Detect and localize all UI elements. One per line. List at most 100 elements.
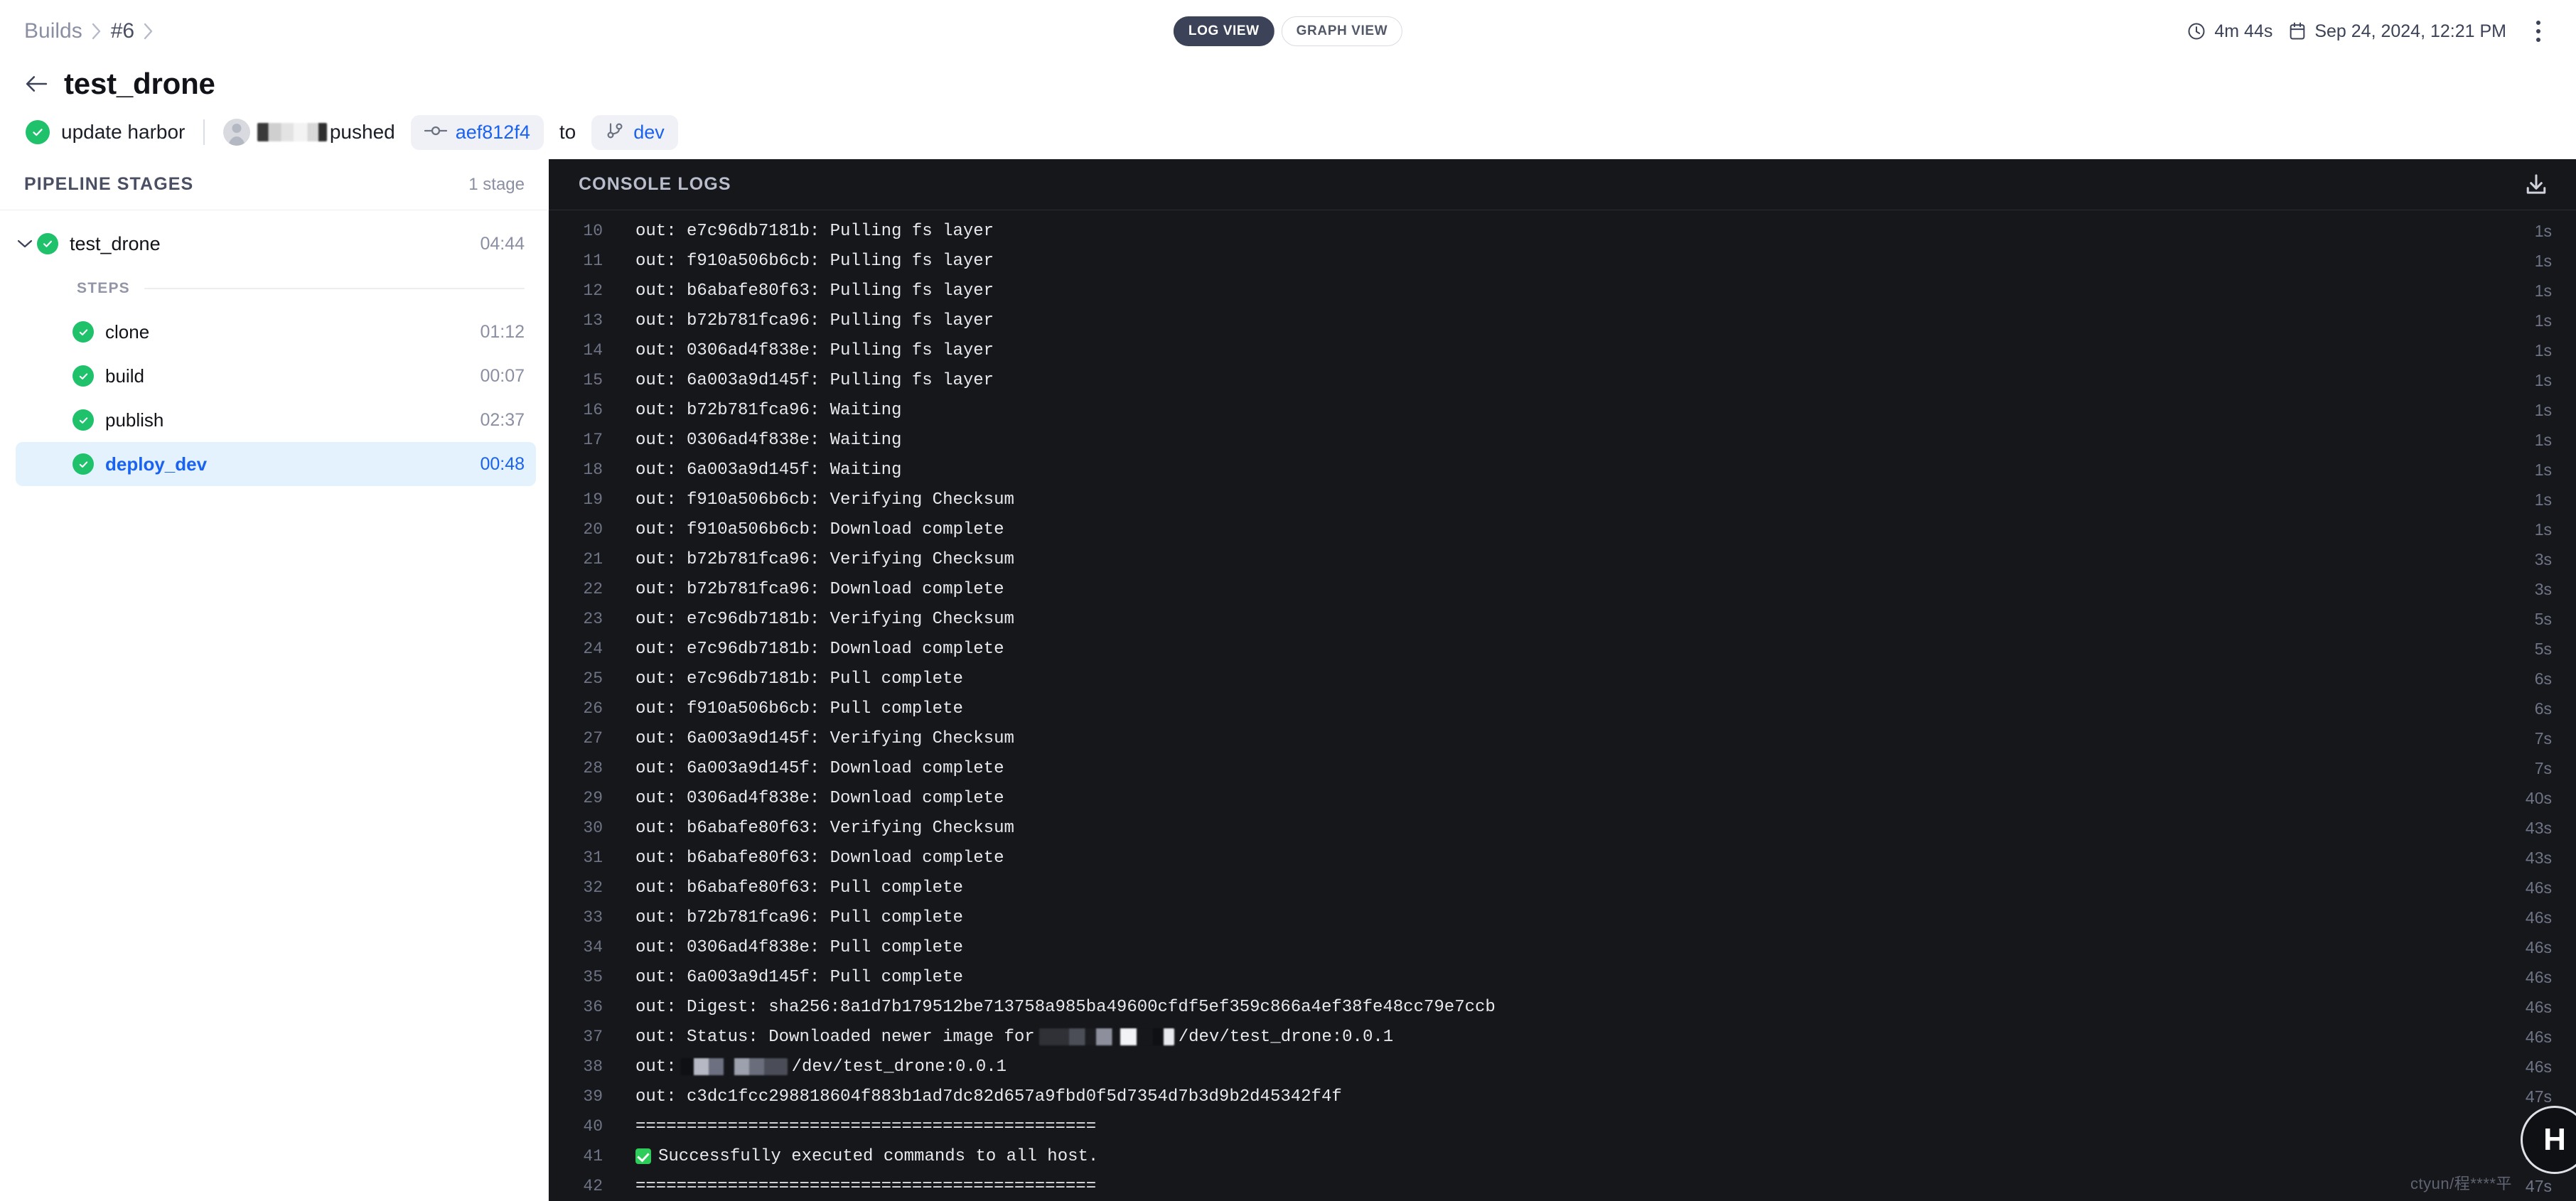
log-line: 38 out: /dev/test_drone:0.0.1 46s [549, 1052, 2576, 1082]
tab-graph-view[interactable]: GRAPH VIEW [1281, 16, 1403, 46]
more-options-icon[interactable] [2526, 16, 2550, 47]
log-line: 27 out: 6a003a9d145f: Verifying Checksum 7… [549, 723, 2576, 753]
log-line-number: 30 [583, 819, 603, 837]
log-timestamp: 46s [2525, 1027, 2552, 1046]
download-icon[interactable] [2521, 169, 2552, 200]
tab-log-view[interactable]: LOG VIEW [1173, 16, 1274, 46]
build-duration-text: 4m 44s [2214, 21, 2273, 41]
log-timestamp: 46s [2525, 997, 2552, 1016]
log-text: out: b72b781fca96: Pull complete [635, 908, 963, 927]
log-line-number: 42 [583, 1177, 603, 1195]
log-line-number: 24 [583, 640, 603, 658]
registry-host-redacted [1039, 1028, 1174, 1045]
log-line: 32 out: b6abafe80f63: Pull complete 46s [549, 873, 2576, 903]
log-line: 16 out: b72b781fca96: Waiting 1s [549, 395, 2576, 425]
log-timestamp: 1s [2534, 460, 2552, 479]
stage-duration: 04:44 [480, 233, 525, 254]
log-text: out: e7c96db7181b: Download complete [635, 639, 1004, 659]
step-row-clone[interactable]: clone 01:12 [16, 310, 536, 354]
sidebar-header: PIPELINE STAGES 1 stage [0, 159, 549, 210]
log-timestamp: 46s [2525, 1057, 2552, 1076]
steps-divider [144, 288, 525, 289]
commit-chip[interactable]: aef812f4 [410, 114, 544, 150]
log-timestamp: 5s [2534, 609, 2552, 628]
log-line: 23 out: e7c96db7181b: Verifying Checksum 5… [549, 604, 2576, 634]
log-text: ========================================… [635, 1116, 1097, 1136]
check-mark-icon [635, 1148, 651, 1164]
log-text: out: f910a506b6cb: Pulling fs layer [635, 251, 994, 271]
log-line-number: 14 [583, 341, 603, 360]
step-name: publish [105, 409, 164, 431]
log-line: 39 out: c3dc1fcc298818604f883b1ad7dc82d65… [549, 1082, 2576, 1111]
log-text: out: 6a003a9d145f: Download complete [635, 758, 1004, 778]
breadcrumb-builds[interactable]: Builds [24, 19, 82, 43]
log-timestamp: 46s [2525, 908, 2552, 927]
log-timestamp: 1s [2534, 311, 2552, 330]
step-row-deploy-dev[interactable]: deploy_dev 00:48 [16, 442, 536, 486]
stage-count: 1 stage [468, 174, 525, 194]
log-line: 35 out: 6a003a9d145f: Pull complete 46s [549, 962, 2576, 992]
log-timestamp: 1s [2534, 430, 2552, 449]
registry-host-redacted-2 [680, 1058, 788, 1075]
log-text: out: e7c96db7181b: Verifying Checksum [635, 609, 1014, 629]
log-text: out: b72b781fca96: Download complete [635, 579, 1004, 599]
step-row-publish[interactable]: publish 02:37 [16, 398, 536, 442]
stage-name: test_drone [70, 232, 161, 254]
log-timestamp: 7s [2534, 728, 2552, 748]
step-name: deploy_dev [105, 453, 208, 475]
console-log-list[interactable]: 10 out: e7c96db7181b: Pulling fs layer 1s 1… [549, 210, 2576, 1201]
chevron-down-icon[interactable] [13, 238, 37, 249]
log-line-number: 25 [583, 669, 603, 688]
avatar [222, 119, 250, 146]
log-line: 15 out: 6a003a9d145f: Pulling fs layer 1s [549, 365, 2576, 395]
log-line: 28 out: 6a003a9d145f: Download complete 7s [549, 753, 2576, 783]
log-timestamp: 1s [2534, 251, 2552, 270]
log-line-number: 27 [583, 729, 603, 748]
log-line-number: 31 [583, 849, 603, 867]
main-area: PIPELINE STAGES 1 stage test_drone 04:44… [0, 159, 2576, 1201]
step-row-build[interactable]: build 00:07 [16, 354, 536, 398]
log-line: 20 out: f910a506b6cb: Download complete 1s [549, 515, 2576, 544]
breadcrumb-build-number[interactable]: #6 [111, 19, 134, 43]
log-text: out: b72b781fca96: Waiting [635, 400, 902, 420]
log-timestamp: 1s [2534, 519, 2552, 539]
log-line: 11 out: f910a506b6cb: Pulling fs layer 1s [549, 246, 2576, 276]
log-line: 10 out: e7c96db7181b: Pulling fs layer 1s [549, 216, 2576, 246]
log-line: 24 out: e7c96db7181b: Download complete 5s [549, 634, 2576, 664]
sidebar-heading: PIPELINE STAGES [24, 174, 194, 194]
log-text: out: c3dc1fcc298818604f883b1ad7dc82d657a… [635, 1087, 1342, 1106]
log-text: out: e7c96db7181b: Pulling fs layer [635, 221, 994, 241]
back-arrow-icon[interactable] [24, 72, 48, 96]
log-line: 21 out: b72b781fca96: Verifying Checksum 3… [549, 544, 2576, 574]
log-line-number: 15 [583, 371, 603, 389]
stage-row-test-drone[interactable]: test_drone 04:44 [0, 220, 549, 267]
log-timestamp: 43s [2525, 818, 2552, 837]
log-line-number: 29 [583, 789, 603, 807]
log-timestamp: 3s [2534, 579, 2552, 598]
log-line-number: 20 [583, 520, 603, 539]
log-line-number: 18 [583, 461, 603, 479]
to-label: to [559, 121, 576, 143]
log-line-number: 36 [583, 998, 603, 1016]
log-line-number: 41 [583, 1147, 603, 1165]
log-timestamp: 3s [2534, 549, 2552, 569]
log-timestamp: 5s [2534, 639, 2552, 658]
log-line-number: 16 [583, 401, 603, 419]
log-text: out: 0306ad4f838e: Waiting [635, 430, 902, 450]
log-text: out: b6abafe80f63: Pull complete [635, 878, 963, 898]
log-text: out: b72b781fca96: Verifying Checksum [635, 549, 1014, 569]
log-line: 29 out: 0306ad4f838e: Download complete 40… [549, 783, 2576, 813]
step-status-icon [73, 453, 94, 475]
build-date: Sep 24, 2024, 12:21 PM [2288, 21, 2506, 42]
log-text-prefix: out: Status: Downloaded newer image for [635, 1027, 1035, 1047]
log-line: 22 out: b72b781fca96: Download complete 3s [549, 574, 2576, 604]
branch-chip[interactable]: dev [591, 114, 678, 150]
log-line-number: 21 [583, 550, 603, 569]
calendar-icon [2288, 21, 2307, 41]
sidebar-body: test_drone 04:44 STEPS clone 01:12 build 00… [0, 210, 549, 1201]
log-text: out: b6abafe80f63: Download complete [635, 848, 1004, 868]
log-text: out: b6abafe80f63: Verifying Checksum [635, 818, 1014, 838]
log-timestamp: 43s [2525, 848, 2552, 867]
branch-name: dev [633, 121, 665, 143]
log-line: 26 out: f910a506b6cb: Pull complete 6s [549, 694, 2576, 723]
